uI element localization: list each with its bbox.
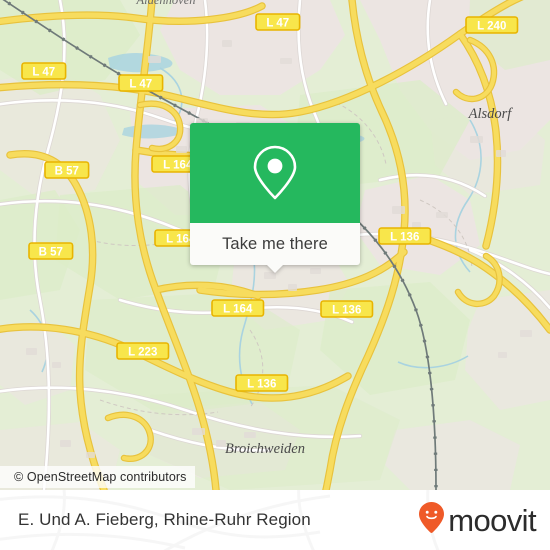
callout-action[interactable]: Take me there bbox=[190, 223, 360, 273]
road-shield-label: L 47 bbox=[32, 66, 55, 78]
road-shield: B 57 bbox=[44, 161, 90, 179]
moovit-map-screenshot: .veg { fill:#e4eed5; } .veg2 { fill:#dce… bbox=[0, 0, 550, 550]
map-place-label: Aldenhoven bbox=[135, 0, 195, 7]
osm-attribution[interactable]: © OpenStreetMap contributors bbox=[0, 466, 195, 488]
road-shield: L 47 bbox=[118, 74, 164, 92]
callout-tail bbox=[266, 264, 284, 273]
moovit-wordmark: moovit bbox=[448, 502, 536, 538]
road-shield: L 47 bbox=[255, 13, 301, 31]
road-shield-label: L 47 bbox=[129, 78, 152, 90]
take-me-there-callout[interactable]: Take me there bbox=[190, 123, 360, 273]
moovit-logo[interactable]: moovit bbox=[418, 501, 537, 539]
map-place-label: Alsdorf bbox=[468, 106, 514, 122]
road-shield: L 240 bbox=[465, 16, 519, 34]
road-shield-label: L 136 bbox=[390, 231, 419, 243]
take-me-there-label: Take me there bbox=[222, 234, 328, 253]
road-shield-label: L 47 bbox=[266, 17, 289, 29]
road-shield: L 136 bbox=[235, 374, 289, 392]
road-shield-label: L 136 bbox=[247, 378, 276, 390]
road-shield: B 57 bbox=[28, 242, 74, 260]
location-title: E. Und A. Fieberg, Rhine-Ruhr Region bbox=[18, 510, 311, 529]
road-shield-label: L 136 bbox=[332, 304, 361, 316]
bottom-bar: E. Und A. Fieberg, Rhine-Ruhr Region moo… bbox=[0, 490, 550, 550]
road-shield: L 136 bbox=[320, 300, 374, 318]
map-pin-icon bbox=[251, 144, 299, 202]
road-shield-label: B 57 bbox=[55, 165, 79, 177]
map-place-label: Broichweiden bbox=[225, 441, 305, 457]
road-shield-label: L 240 bbox=[477, 20, 506, 32]
road-shield: L 136 bbox=[378, 227, 432, 245]
road-shield: L 223 bbox=[116, 342, 170, 360]
moovit-smiley-pin-icon bbox=[418, 501, 445, 539]
callout-icon-area bbox=[190, 123, 360, 223]
road-shield: L 47 bbox=[21, 62, 67, 80]
road-shield: L 164 bbox=[211, 299, 265, 317]
road-shield-label: B 57 bbox=[39, 246, 63, 258]
road-shield-label: L 164 bbox=[163, 159, 193, 171]
road-shield-label: L 223 bbox=[128, 346, 157, 358]
road-shield-label: L 164 bbox=[223, 303, 253, 315]
